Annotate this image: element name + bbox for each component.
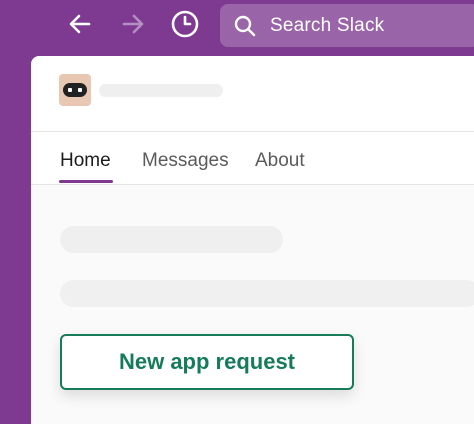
active-tab-indicator [59, 180, 113, 183]
arrow-left-icon [69, 14, 91, 34]
search-icon [232, 13, 258, 39]
app-avatar[interactable] [59, 74, 91, 106]
app-panel: Home Messages About New app request [31, 56, 474, 424]
app-name-loading-placeholder [99, 84, 223, 97]
clock-icon [171, 10, 199, 38]
loading-placeholder-line [60, 280, 474, 307]
app-header [31, 56, 474, 132]
history-button[interactable] [170, 9, 200, 39]
search-bar[interactable]: Search Slack [220, 4, 474, 47]
tab-about[interactable]: About [255, 150, 305, 172]
back-arrow-icon[interactable] [65, 9, 95, 39]
robot-icon [63, 83, 87, 97]
tab-bar: Home Messages About [31, 132, 474, 185]
forward-arrow-icon[interactable] [118, 9, 148, 39]
top-toolbar: Search Slack [0, 0, 474, 52]
arrow-right-icon [122, 14, 144, 34]
tab-messages[interactable]: Messages [142, 150, 229, 172]
home-content: New app request [31, 185, 474, 424]
tab-home[interactable]: Home [60, 150, 111, 172]
slack-window: Search Slack Home Messages About New app… [0, 0, 474, 424]
search-placeholder: Search Slack [270, 14, 385, 36]
new-app-request-button[interactable]: New app request [60, 334, 354, 390]
loading-placeholder-line [60, 226, 283, 253]
